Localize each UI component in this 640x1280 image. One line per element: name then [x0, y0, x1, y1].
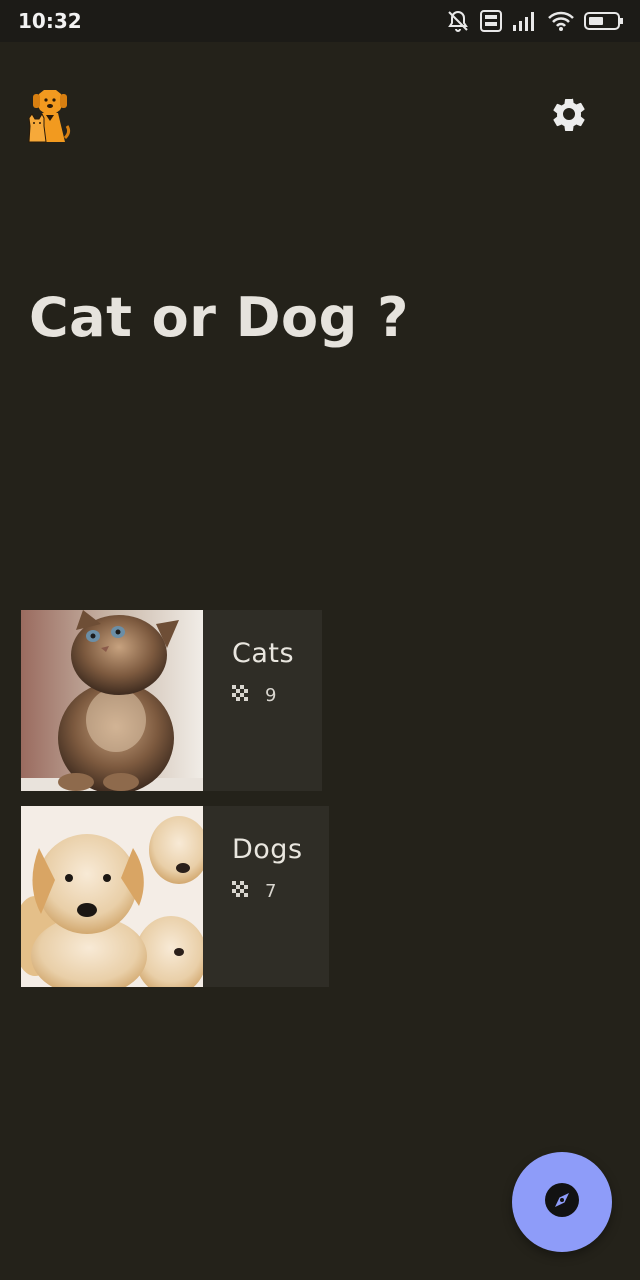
category-label: Dogs	[232, 834, 303, 865]
explore-fab-button[interactable]	[512, 1152, 612, 1252]
mosaic-icon	[232, 881, 248, 902]
wifi-icon	[548, 10, 574, 36]
gear-icon	[549, 98, 589, 138]
settings-button[interactable]	[549, 94, 589, 134]
battery-icon	[584, 10, 624, 36]
mosaic-icon	[232, 685, 248, 706]
card-body: Dogs 7	[203, 806, 303, 987]
status-time: 10:32	[18, 9, 82, 33]
compass-icon	[544, 1182, 580, 1222]
category-meta: 7	[232, 881, 303, 902]
cat-dog-logo-icon	[27, 88, 73, 144]
status-bar: 10:32	[0, 0, 640, 42]
category-count: 7	[265, 881, 277, 902]
category-card-dogs[interactable]: Dogs 7	[21, 806, 329, 987]
signal-icon	[512, 10, 538, 36]
kitten-photo	[21, 610, 203, 791]
page-title: Cat or Dog ?	[29, 286, 409, 349]
status-icons	[446, 9, 624, 37]
category-count: 9	[265, 685, 277, 706]
category-label: Cats	[232, 638, 295, 669]
notifications-off-icon	[446, 9, 470, 37]
volte-icon	[480, 10, 502, 36]
puppies-photo	[21, 806, 203, 987]
category-card-cats[interactable]: Cats 9	[21, 610, 322, 791]
category-meta: 9	[232, 685, 294, 706]
card-body: Cats 9	[203, 610, 294, 791]
